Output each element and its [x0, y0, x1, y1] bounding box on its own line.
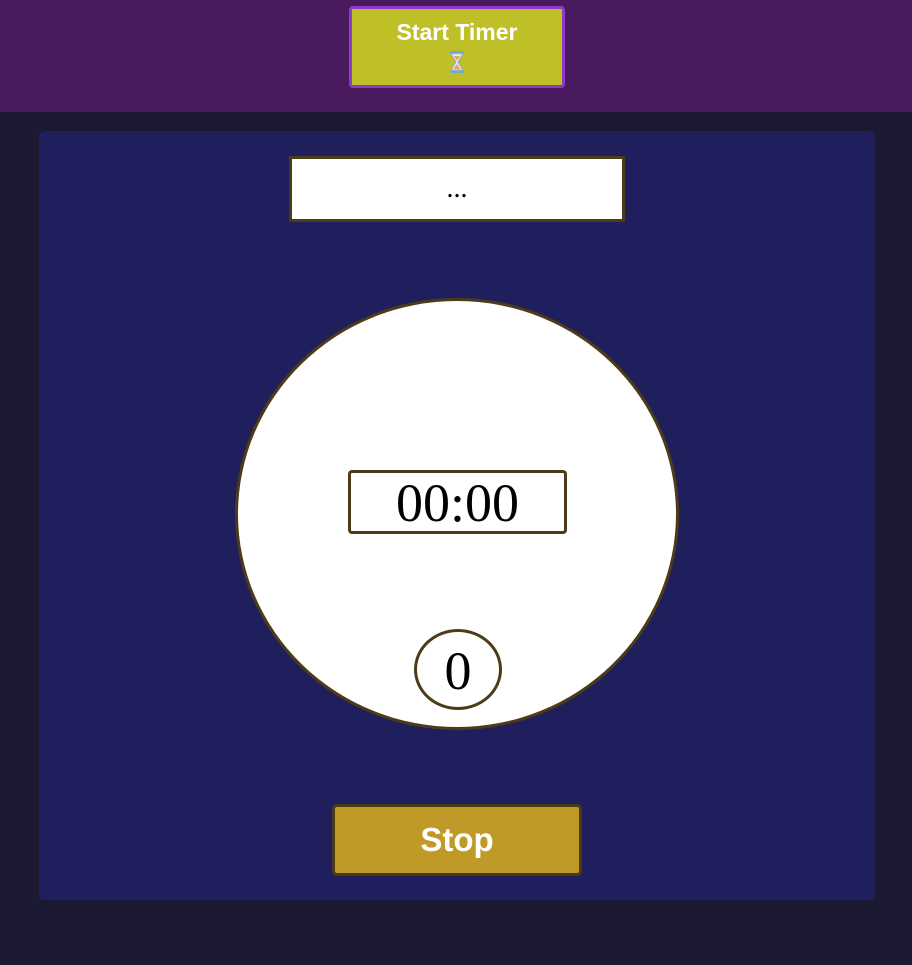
start-timer-label: Start Timer [396, 19, 518, 45]
hourglass-icon [450, 51, 464, 73]
message-display: ... [289, 156, 625, 222]
stop-button[interactable]: Stop [332, 804, 582, 876]
start-timer-button[interactable]: Start Timer [349, 6, 565, 88]
time-display: 00:00 [348, 470, 567, 534]
header-bar: Start Timer [0, 0, 912, 112]
counter-display: 0 [414, 629, 502, 710]
